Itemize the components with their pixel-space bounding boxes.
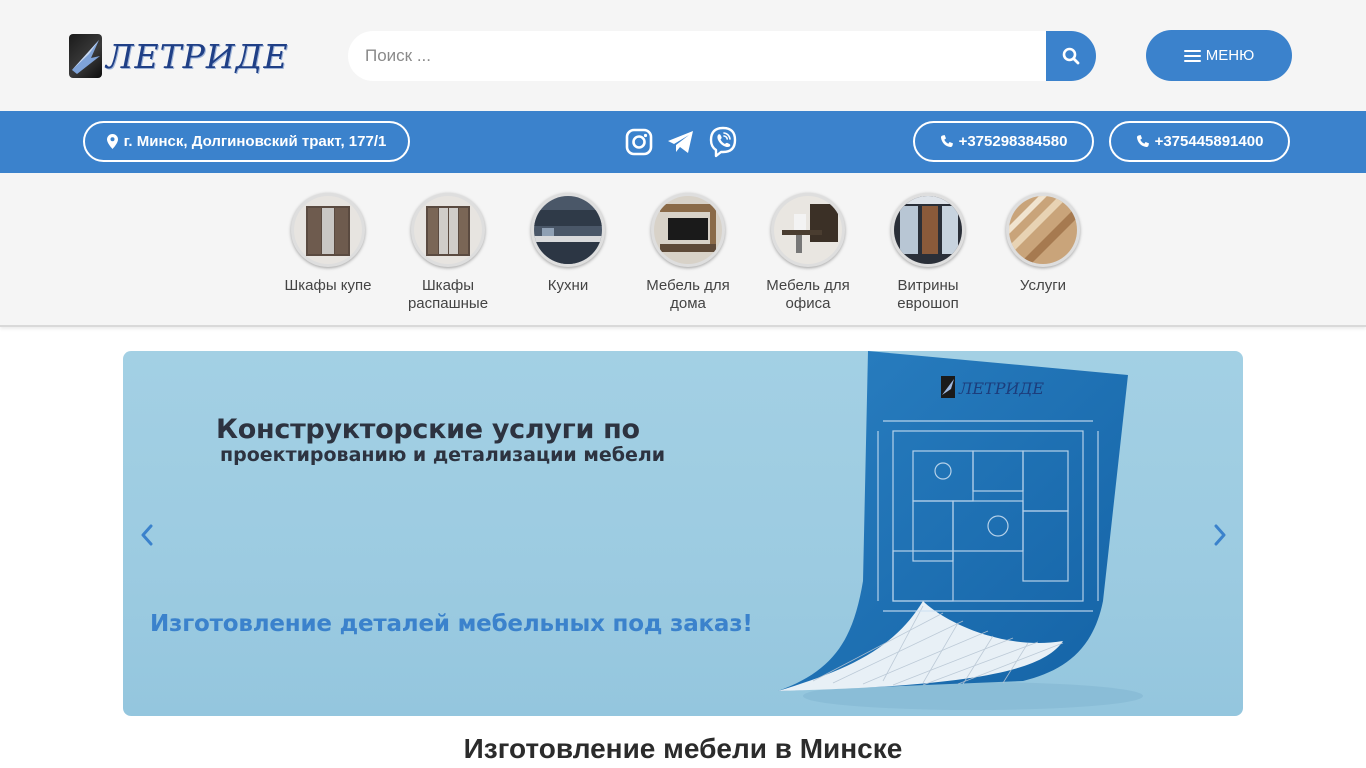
category-item-kitchen[interactable]: Кухни (508, 193, 628, 295)
search-icon (1062, 47, 1080, 65)
category-label: Мебель для дома (646, 277, 730, 312)
search-button[interactable] (1046, 31, 1096, 81)
instagram-icon[interactable] (623, 126, 655, 158)
category-item-services[interactable]: Услуги (983, 193, 1103, 295)
category-nav: Шкафы купе Шкафы распашные Кухни Мебель … (0, 173, 1366, 327)
search-input[interactable] (348, 31, 1046, 81)
social-links (623, 125, 739, 159)
phone-number-1: +375298384580 (958, 133, 1068, 150)
slide-subheading: проектированию и детализации мебели (220, 444, 666, 466)
showcase-icon (891, 193, 965, 267)
logo-bird-icon (69, 34, 102, 78)
menu-button[interactable]: МЕНЮ (1146, 30, 1292, 81)
wardrobe-swing-icon (411, 193, 485, 267)
phone-number-2: +375445891400 (1154, 133, 1264, 150)
category-item-wardrobe-swing[interactable]: Шкафы распашные (388, 193, 508, 313)
section-title: Изготовление мебели в Минске (463, 733, 903, 764)
category-item-wardrobe-coupe[interactable]: Шкафы купе (268, 193, 388, 295)
contact-bar: г. Минск, Долгиновский тракт, 177/1 +375… (0, 111, 1366, 173)
telegram-icon[interactable] (665, 126, 697, 158)
logo-text: ЛЕТРИДЕ (106, 36, 289, 76)
phone-button-1[interactable]: +375298384580 (913, 121, 1094, 162)
address-button[interactable]: г. Минск, Долгиновский тракт, 177/1 (83, 121, 410, 162)
slider-prev-button[interactable] (135, 521, 159, 549)
category-item-showcase[interactable]: Витрины еврошоп (868, 193, 988, 313)
category-label: Услуги (1019, 277, 1067, 294)
services-icon (1006, 193, 1080, 267)
map-pin-icon (106, 134, 118, 149)
site-header: ЛЕТРИДЕ МЕНЮ (0, 0, 1366, 111)
kitchen-icon (531, 193, 605, 267)
category-label: Шкафы купе (284, 277, 372, 294)
category-label: Мебель для офиса (766, 277, 850, 312)
category-item-home-furniture[interactable]: Мебель для дома (628, 193, 748, 313)
category-item-office-furniture[interactable]: Мебель для офиса (748, 193, 868, 313)
search-form (348, 31, 1096, 81)
chevron-left-icon (141, 524, 153, 546)
home-furniture-icon (651, 193, 725, 267)
hamburger-icon (1183, 49, 1201, 62)
hero-slider: Конструкторские услуги по проектированию… (123, 351, 1243, 716)
site-logo[interactable]: ЛЕТРИДЕ (69, 33, 309, 79)
wardrobe-coupe-icon (291, 193, 365, 267)
viber-icon[interactable] (707, 126, 739, 158)
blueprint-sheet-image: ЛЕТРИДЕ (778, 351, 1143, 710)
category-label: Кухни (547, 277, 589, 294)
phone-icon (940, 135, 953, 148)
menu-label: МЕНЮ (1205, 47, 1255, 64)
category-label: Витрины еврошоп (897, 277, 959, 312)
slider-next-button[interactable] (1208, 521, 1232, 549)
chevron-right-icon (1214, 524, 1226, 546)
address-text: г. Минск, Долгиновский тракт, 177/1 (123, 133, 387, 150)
phone-button-2[interactable]: +375445891400 (1109, 121, 1290, 162)
sheet-logo-text: ЛЕТРИДЕ (958, 379, 1044, 398)
category-label: Шкафы распашные (407, 277, 489, 312)
phone-icon (1136, 135, 1149, 148)
slide-tagline: Изготовление деталей мебельных под заказ… (150, 611, 753, 637)
slide-heading: Конструкторские услуги по (216, 414, 640, 445)
office-furniture-icon (771, 193, 845, 267)
